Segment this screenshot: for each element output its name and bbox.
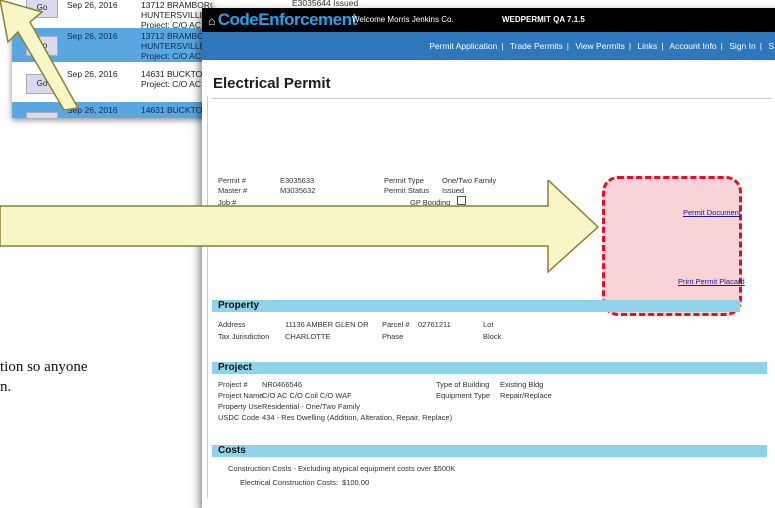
nav-account-info[interactable]: Account Info [669,41,716,51]
arrow-right-icon [0,180,600,274]
nav-trade-permits[interactable]: Trade Permits [510,41,563,51]
row-address: 14631 BUCKTO Project: C/O AC [141,69,203,89]
row-address: 13712 BRAMBO HUNTERSVILLE Project: C/O A… [141,31,206,61]
welcome-text: Welcome Morris Jenkins Co. [352,15,454,24]
property-use-label: Property Use [218,402,262,411]
print-permit-placard-link[interactable]: Print Permit Placard [678,277,745,286]
usdc-code-value: 434 - Res Dwelling (Addition, Alteration… [262,413,453,422]
nav-sign-in[interactable]: Sign In [729,41,755,51]
divider [212,98,772,99]
nav-separator: | [628,41,632,51]
arrow-up-left-icon [0,0,80,110]
nav-separator: | [661,41,664,51]
page-title: Electrical Permit [213,75,331,92]
construction-costs-note: Construction Costs - Excluding atypical … [228,464,456,473]
main-nav: Permit Application | Trade Permits | View … [202,32,775,60]
property-use-value: Residential - One/Two Family [262,402,360,411]
project-number-value: NR0466546 [262,380,303,389]
codeenforcement-logo: ⌂ CodeEnforcement [208,10,357,29]
tax-jurisdiction-value: CHARLOTTE [285,332,331,341]
lot-label: Lot [483,320,494,329]
nav-separator: | [720,41,723,51]
project-section-header: Project [212,362,767,374]
row-address: 14631 BUCKTON [141,105,209,115]
nav-separator: | [566,41,570,51]
go-button[interactable]: Go [26,112,58,118]
app-header: ⌂ CodeEnforcement Welcome Morris Jenkins … [202,8,775,32]
nav-view-permits[interactable]: View Permits [575,41,624,51]
electrical-costs-value: $100.00 [342,478,370,487]
nav-links[interactable]: Links [637,41,657,51]
building-type-label: Type of Building [436,380,490,389]
parcel-value: 02761211 [418,320,451,329]
nav-permit-application[interactable]: Permit Application [429,41,497,51]
content-border [207,96,208,498]
address-value: 11136 AMBER GLEN DR [285,320,369,329]
nav-separator: | [501,41,504,51]
project-name-label: Project Name [218,391,264,400]
block-label: Block [483,332,502,341]
equipment-type-value: Repair/Replace [500,391,552,400]
permit-document-link[interactable]: Permit Document [683,208,741,217]
highlight-box [602,176,742,316]
usdc-code-label: USDC Code [218,413,260,422]
version-label: WEDPERMIT QA 7.1.5 [502,15,585,24]
project-name-value: C/O AC C/O Coil C/O WAF [262,391,352,400]
caption-text: tion so anyone n. [0,359,88,395]
phase-label: Phase [382,332,404,341]
parcel-label: Parcel # [382,320,410,329]
nav-clipped[interactable]: S [768,41,774,51]
nav-separator: | [759,41,762,51]
project-number-label: Project # [218,380,248,389]
property-section-header: Property [212,300,740,312]
clipped-permit-status: E3035644 Issued [292,0,359,8]
address-label: Address [218,320,246,329]
electrical-costs-label: Electrical Construction Costs: [240,478,338,487]
costs-section-header: Costs [212,445,767,457]
equipment-type-label: Equipment Type [436,391,491,400]
building-type-value: Existing Bldg [500,380,544,389]
tax-jurisdiction-label: Tax Jurisdiction [218,332,270,341]
seal-icon: ⌂ [208,14,215,28]
